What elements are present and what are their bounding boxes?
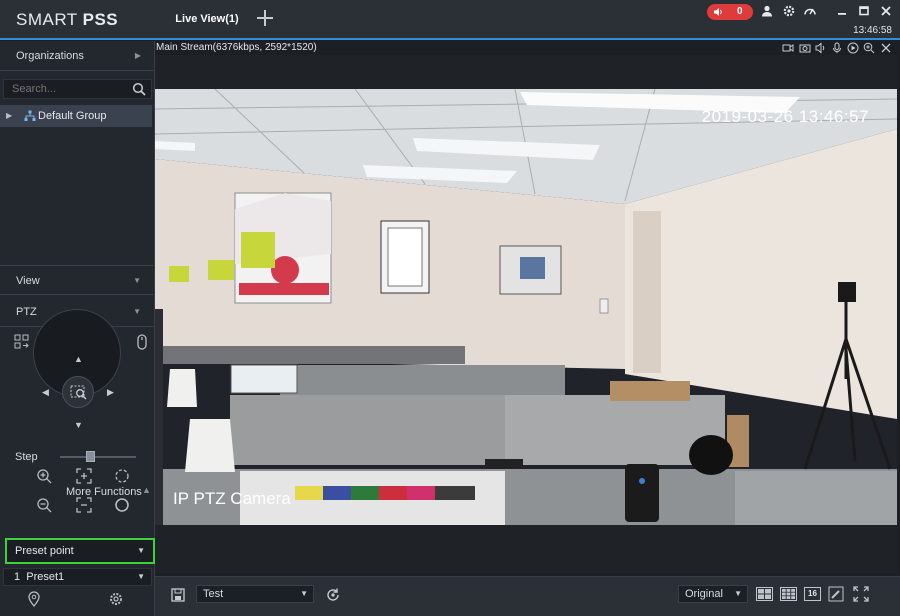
osd-camera-name: IP PTZ Camera bbox=[173, 489, 291, 508]
step-label: Step bbox=[15, 451, 38, 463]
maximize-icon[interactable] bbox=[857, 4, 871, 18]
ptz-left-arrow[interactable]: ◀ bbox=[42, 387, 49, 398]
layout-16-button[interactable]: 16 bbox=[804, 587, 821, 601]
view-select-dropdown[interactable]: Test ▼ bbox=[196, 585, 314, 603]
ptz-settings-gear-icon[interactable] bbox=[108, 591, 124, 607]
custom-layout-pen-icon[interactable] bbox=[828, 586, 844, 602]
view-select-value: Test bbox=[203, 588, 224, 600]
display-mode-value: Original bbox=[685, 588, 723, 600]
alarm-badge[interactable]: 0 bbox=[707, 4, 753, 20]
fullscreen-icon[interactable] bbox=[853, 586, 869, 602]
ptz-grid-icon[interactable] bbox=[14, 334, 30, 350]
chevron-down-icon: ▼ bbox=[133, 307, 141, 316]
step-slider-track[interactable] bbox=[60, 456, 136, 458]
dropdown-arrow-icon: ▼ bbox=[300, 589, 308, 598]
search-input[interactable] bbox=[4, 80, 124, 98]
zoom-area-icon bbox=[70, 385, 87, 400]
audio-icon[interactable] bbox=[815, 42, 827, 54]
chevron-up-icon: ▲ bbox=[142, 485, 151, 495]
view-header[interactable]: View ▼ bbox=[0, 265, 155, 295]
performance-gauge-icon[interactable] bbox=[803, 4, 817, 18]
group-label: Default Group bbox=[38, 110, 107, 122]
clock: 13:46:58 bbox=[853, 25, 892, 36]
video-pane[interactable]: 2019-03-26 13:46:57 IP PTZ Camera bbox=[155, 55, 897, 525]
ptz-3d-position-button[interactable] bbox=[62, 376, 94, 408]
zoom-out-icon[interactable] bbox=[36, 497, 52, 513]
app-logo: SMART PSS bbox=[16, 10, 119, 29]
close-icon[interactable] bbox=[879, 4, 893, 18]
preset-select[interactable]: 1 Preset1 ▼ bbox=[3, 568, 152, 586]
preset-mode-dropdown[interactable]: Preset point ▼ bbox=[5, 538, 155, 564]
tab-live-view[interactable]: Live View(1) bbox=[168, 0, 246, 38]
alarm-count: 0 bbox=[737, 6, 743, 17]
iris-close-icon[interactable] bbox=[114, 497, 130, 513]
zoom-in-icon[interactable] bbox=[36, 468, 52, 484]
title-bar: SMART PSS Live View(1) 0 13:46:58 bbox=[0, 0, 900, 40]
microphone-icon[interactable] bbox=[831, 42, 843, 54]
ptz-label: PTZ bbox=[16, 306, 37, 318]
search-box bbox=[3, 79, 152, 99]
layout-9-button[interactable] bbox=[780, 587, 797, 601]
ptz-down-arrow[interactable]: ▼ bbox=[74, 420, 83, 430]
dropdown-arrow-icon: ▼ bbox=[137, 546, 145, 555]
dropdown-arrow-icon: ▼ bbox=[137, 572, 145, 581]
tour-refresh-icon[interactable] bbox=[325, 587, 341, 603]
step-slider-thumb[interactable] bbox=[86, 451, 95, 462]
record-play-icon[interactable] bbox=[847, 42, 859, 54]
camera-feed-image bbox=[155, 89, 897, 525]
camera-snapshot-icon[interactable] bbox=[799, 42, 811, 54]
grid-9-icon bbox=[782, 589, 795, 599]
speaker-icon bbox=[714, 8, 722, 16]
iris-open-icon[interactable] bbox=[114, 468, 130, 484]
layout-4-button[interactable] bbox=[756, 587, 773, 601]
focus-near-icon[interactable] bbox=[76, 468, 92, 484]
dropdown-arrow-icon: ▼ bbox=[734, 589, 742, 598]
more-functions-toggle[interactable]: More Functions ▲ bbox=[66, 485, 151, 498]
more-functions-label: More Functions bbox=[66, 486, 142, 498]
organizations-header[interactable]: Organizations ▶ bbox=[0, 41, 155, 71]
organizations-label: Organizations bbox=[16, 50, 84, 62]
tree-item-default-group[interactable]: ▶ Default Group bbox=[0, 105, 152, 127]
display-mode-dropdown[interactable]: Original ▼ bbox=[678, 585, 748, 603]
organization-icon bbox=[24, 110, 36, 121]
chevron-right-icon: ▶ bbox=[134, 51, 141, 60]
expand-icon[interactable]: ▶ bbox=[6, 105, 12, 127]
focus-far-icon[interactable] bbox=[76, 497, 92, 513]
mouse-icon[interactable] bbox=[134, 334, 150, 350]
video-letterbox-bottom bbox=[155, 525, 897, 573]
ptz-right-arrow[interactable]: ▶ bbox=[107, 387, 114, 398]
user-icon[interactable] bbox=[760, 4, 774, 18]
ptz-up-arrow[interactable]: ▲ bbox=[74, 354, 83, 364]
add-tab-icon[interactable] bbox=[256, 9, 274, 27]
chevron-down-icon: ▼ bbox=[133, 276, 141, 285]
search-icon[interactable] bbox=[132, 82, 146, 96]
preset-mode-value: Preset point bbox=[15, 545, 74, 557]
view-label: View bbox=[16, 275, 40, 287]
video-letterbox-top bbox=[155, 55, 897, 89]
minimize-icon[interactable] bbox=[835, 4, 849, 18]
close-video-icon[interactable] bbox=[880, 42, 892, 54]
grid-4-icon bbox=[758, 589, 771, 599]
stream-switch-icon[interactable] bbox=[782, 42, 794, 54]
preset-selected-value: 1 Preset1 bbox=[14, 571, 65, 583]
save-view-icon[interactable] bbox=[170, 587, 186, 603]
osd-timestamp: 2019-03-26 13:46:57 bbox=[701, 107, 869, 126]
gear-icon[interactable] bbox=[782, 4, 796, 18]
location-pin-icon[interactable] bbox=[26, 591, 42, 607]
digital-zoom-icon[interactable] bbox=[863, 42, 875, 54]
stream-info-label: Main Stream(6376kbps, 2592*1520) bbox=[156, 42, 317, 53]
